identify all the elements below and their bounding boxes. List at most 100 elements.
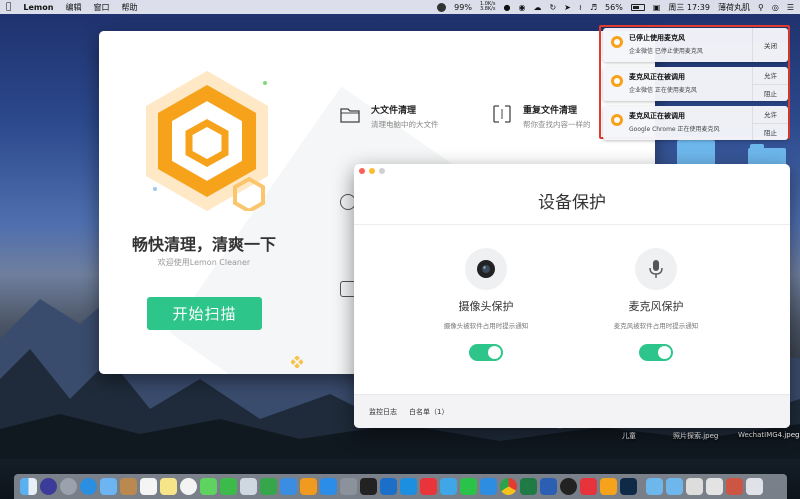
desktop-file-label[interactable]: 儿童 bbox=[622, 431, 636, 441]
menu-app-name[interactable]: Lemon bbox=[23, 3, 53, 12]
feature-subtitle: 清理电脑中的大文件 bbox=[371, 120, 439, 129]
feature-title: 大文件清理 bbox=[371, 106, 417, 116]
outlook-icon[interactable] bbox=[380, 478, 397, 495]
wechat-icon[interactable] bbox=[460, 478, 477, 495]
microphone-protection-title: 麦克风保护 bbox=[628, 300, 684, 313]
messages-icon[interactable] bbox=[200, 478, 217, 495]
spotlight-icon[interactable]: ⚲ bbox=[758, 3, 764, 12]
word-icon[interactable] bbox=[540, 478, 557, 495]
recent-items-icon[interactable] bbox=[706, 478, 723, 495]
finder-icon[interactable] bbox=[20, 478, 37, 495]
notification[interactable]: 已停止使用麦克风 企业微信 已停止使用麦克风 关闭 bbox=[603, 28, 788, 62]
cloud-icon[interactable]: ☁ bbox=[533, 3, 541, 12]
close-notification-button[interactable]: 关闭 bbox=[753, 28, 788, 62]
input-method-icon[interactable]: ▣ bbox=[653, 3, 661, 12]
mail-icon[interactable] bbox=[100, 478, 117, 495]
trash-icon[interactable] bbox=[746, 478, 763, 495]
notes-icon[interactable] bbox=[160, 478, 177, 495]
photoshop-icon[interactable] bbox=[620, 478, 637, 495]
block-button[interactable]: 阻止 bbox=[753, 122, 788, 141]
desktop-folder-icon[interactable] bbox=[686, 478, 703, 495]
sparkle-icon bbox=[291, 356, 303, 368]
allow-button[interactable]: 允许 bbox=[753, 106, 788, 123]
menu-bar:  Lemon 编辑 窗口 帮助 99% 1.0K/s 3.8K/s ● ◉ ☁… bbox=[0, 0, 800, 14]
ibooks-icon[interactable] bbox=[300, 478, 317, 495]
downloads-folder-icon[interactable] bbox=[646, 478, 663, 495]
sync-icon[interactable]: ↻ bbox=[549, 3, 556, 12]
monitor-log-link[interactable]: 监控日志 bbox=[369, 407, 397, 417]
net-down: 3.8K/s bbox=[479, 6, 496, 12]
camera-protection-subtitle: 摄像头被软件占用时提示通知 bbox=[443, 322, 529, 330]
lemon-icon[interactable] bbox=[600, 478, 617, 495]
camera-protection-title: 摄像头保护 bbox=[458, 300, 514, 313]
teamviewer-icon[interactable] bbox=[400, 478, 417, 495]
minimize-window-button[interactable] bbox=[369, 168, 375, 174]
siri-icon[interactable] bbox=[40, 478, 57, 495]
menubar-clock[interactable]: 周三 17:39 bbox=[668, 2, 710, 13]
left-pane: 畅快清理，清爽一下 欢迎使用Lemon Cleaner 开始扫描 bbox=[99, 31, 489, 374]
terminal-icon[interactable] bbox=[360, 478, 377, 495]
microphone-icon bbox=[635, 248, 677, 290]
notification-stack: 已停止使用麦克风 企业微信 已停止使用麦克风 关闭 麦克风正在被调用 企业微信 … bbox=[599, 25, 790, 140]
start-scan-button[interactable]: 开始扫描 bbox=[147, 297, 262, 330]
device-protection-title: 设备保护 bbox=[538, 193, 606, 213]
feature-duplicate-file-clean[interactable]: 重复文件清理 帮你查找内容一样的 bbox=[491, 103, 591, 130]
whitelist-link[interactable]: 白名单（1） bbox=[409, 407, 448, 417]
window-controls bbox=[359, 168, 385, 174]
screenshot-stack-icon[interactable] bbox=[726, 478, 743, 495]
siri-icon[interactable]: ◎ bbox=[772, 3, 779, 12]
menubar-user[interactable]: 薄荷丸肌 bbox=[718, 2, 750, 13]
notification-actions: 允许 阻止 bbox=[752, 67, 788, 101]
slogan: 畅快清理，清爽一下 bbox=[131, 235, 276, 254]
qq-icon[interactable]: ◉ bbox=[518, 3, 525, 12]
chrome-icon[interactable] bbox=[500, 478, 517, 495]
microphone-protection-subtitle: 麦克风被软件占用时提示通知 bbox=[613, 322, 699, 330]
menu-edit[interactable]: 编辑 bbox=[65, 2, 81, 13]
preview-icon[interactable] bbox=[240, 478, 257, 495]
app-store-icon[interactable] bbox=[320, 478, 337, 495]
notification[interactable]: 麦克风正在被调用 Google Chrome 正在使用麦克风 允许 阻止 bbox=[603, 106, 788, 140]
calendar-icon[interactable] bbox=[140, 478, 157, 495]
contacts-icon[interactable] bbox=[120, 478, 137, 495]
documents-folder-icon[interactable] bbox=[666, 478, 683, 495]
desktop-file-label[interactable]: 照片探索.jpeg bbox=[673, 431, 718, 441]
wecom-icon[interactable] bbox=[440, 478, 457, 495]
battery-icon[interactable] bbox=[630, 3, 645, 11]
safari-icon[interactable] bbox=[80, 478, 97, 495]
location-icon[interactable]: ➤ bbox=[564, 3, 571, 12]
wifi-icon[interactable]: ≀ bbox=[579, 3, 582, 12]
photos-icon[interactable] bbox=[180, 478, 197, 495]
xmind-icon[interactable] bbox=[420, 478, 437, 495]
notification-title: 已停止使用麦克风 bbox=[629, 34, 685, 42]
apple-menu-icon[interactable]:  bbox=[6, 2, 11, 12]
weibo-icon[interactable] bbox=[580, 478, 597, 495]
keynote-icon[interactable] bbox=[280, 478, 297, 495]
menu-help[interactable]: 帮助 bbox=[121, 2, 137, 13]
camera-protection-toggle[interactable] bbox=[469, 344, 503, 361]
notification-actions: 允许 阻止 bbox=[752, 106, 788, 140]
menu-window[interactable]: 窗口 bbox=[93, 2, 109, 13]
allow-button[interactable]: 允许 bbox=[753, 67, 788, 84]
netease-music-icon[interactable] bbox=[480, 478, 497, 495]
feature-large-file-clean[interactable]: 大文件清理 清理电脑中的大文件 bbox=[339, 103, 439, 130]
folder-icon bbox=[340, 108, 360, 123]
notification-actions: 关闭 bbox=[752, 28, 788, 62]
numbers-icon[interactable] bbox=[260, 478, 277, 495]
qq-icon[interactable] bbox=[560, 478, 577, 495]
dock bbox=[14, 474, 787, 499]
launchpad-icon[interactable] bbox=[60, 478, 77, 495]
system-preferences-icon[interactable] bbox=[340, 478, 357, 495]
lemon-app-icon bbox=[611, 36, 623, 48]
desktop-file-label[interactable]: WechatIMG4.jpeg bbox=[738, 431, 799, 439]
volume-icon[interactable]: ♬ bbox=[590, 3, 597, 12]
close-window-button[interactable] bbox=[359, 168, 365, 174]
wechat-icon[interactable]: ● bbox=[503, 3, 510, 12]
notification[interactable]: 麦克风正在被调用 企业微信 正在使用麦克风 允许 阻止 bbox=[603, 67, 788, 101]
lemon-status-icon[interactable] bbox=[437, 2, 447, 12]
zoom-window-button[interactable] bbox=[379, 168, 385, 174]
microphone-protection-toggle[interactable] bbox=[639, 344, 673, 361]
facetime-icon[interactable] bbox=[220, 478, 237, 495]
excel-icon[interactable] bbox=[520, 478, 537, 495]
block-button[interactable]: 阻止 bbox=[753, 83, 788, 102]
notification-center-icon[interactable]: ☰ bbox=[787, 3, 794, 12]
